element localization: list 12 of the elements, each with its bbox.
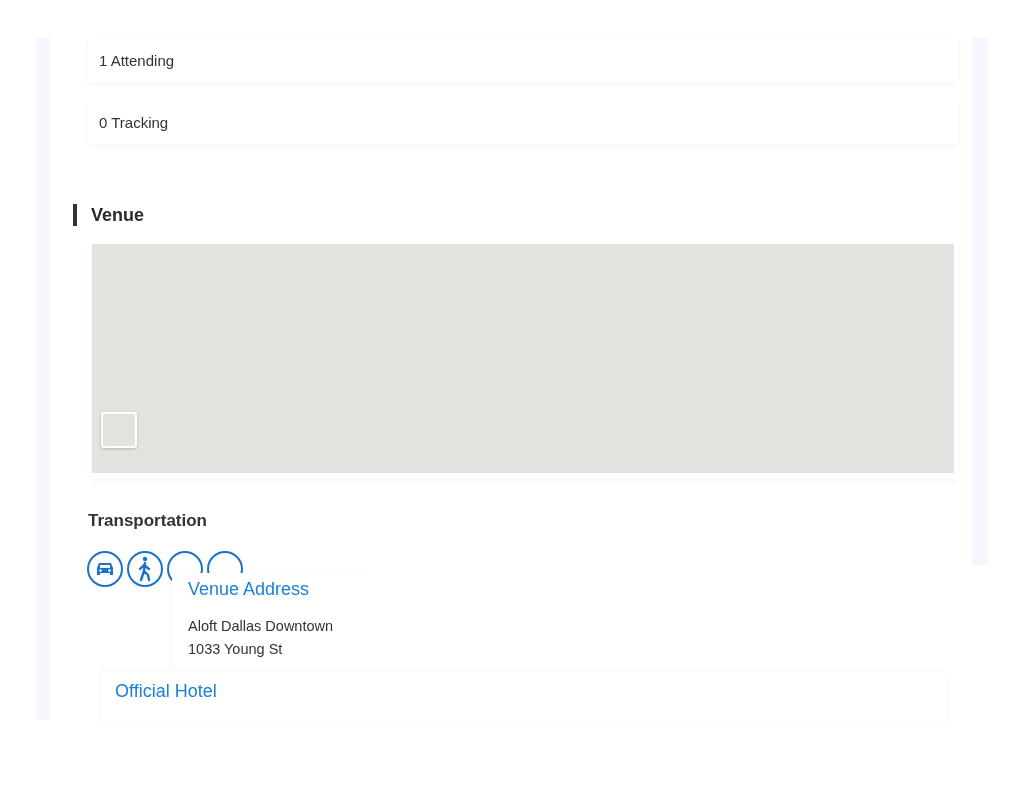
transport-mode-button[interactable]: [87, 551, 123, 587]
heading-accent-bar: [73, 204, 77, 226]
stat-card: 0 Tracking: [88, 100, 958, 144]
car-icon: [95, 561, 115, 577]
stat-card: 1 Attending: [88, 38, 958, 82]
popup-title: Venue Address: [188, 579, 311, 600]
card-title: Official Hotel: [115, 681, 218, 702]
section-heading: Transportation: [88, 511, 208, 531]
address-line: Aloft Dallas Downtown: [188, 617, 335, 636]
transport-mode-button[interactable]: [127, 551, 163, 587]
section-heading: Venue: [91, 204, 145, 226]
address-line: 1033 Young St: [188, 640, 284, 659]
